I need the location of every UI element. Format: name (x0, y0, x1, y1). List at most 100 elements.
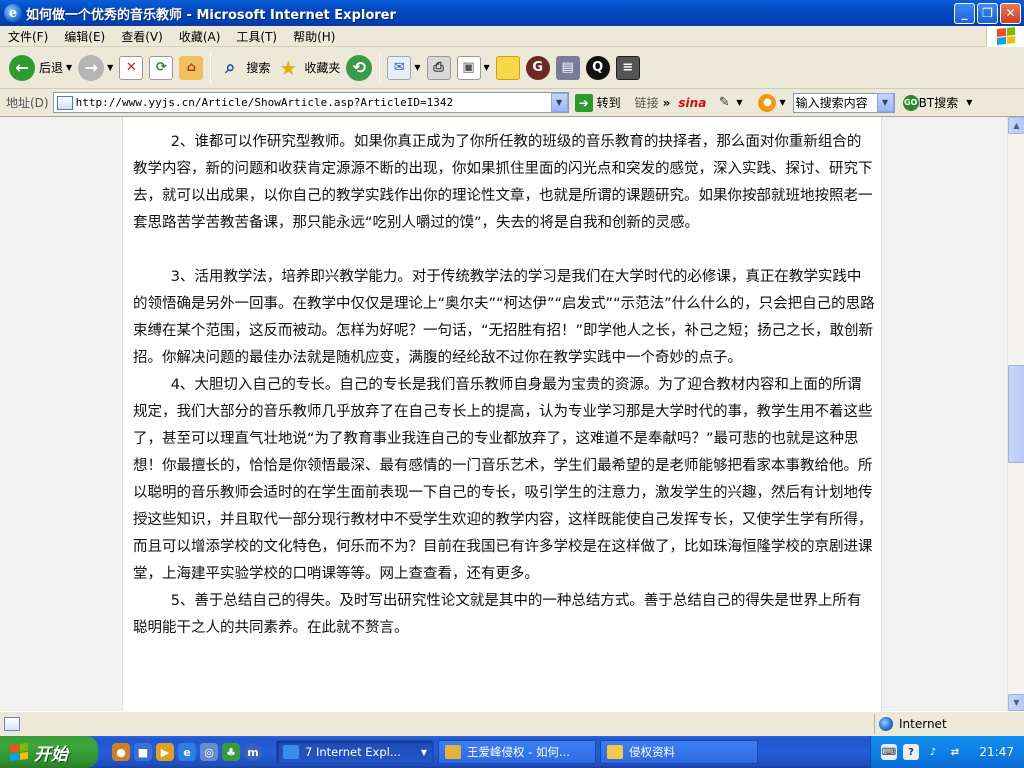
refresh-button[interactable]: ⟳ (146, 51, 176, 85)
status-bar: Internet (0, 711, 1024, 736)
bt-dropdown-icon[interactable]: ▼ (966, 98, 972, 107)
clock[interactable]: 21:47 (979, 745, 1024, 759)
close-button[interactable]: ✕ (1000, 2, 1021, 24)
article-paragraph-3: 3、活用教学法，培养即兴教学能力。对于传统教学法的学习是我们在大学时代的必修课，… (133, 269, 875, 366)
stop-button[interactable]: ✕ (116, 51, 146, 85)
quicklaunch-messenger-icon[interactable]: m (244, 743, 262, 761)
vertical-scrollbar[interactable]: ▲ ▼ (1007, 117, 1024, 711)
mail-dropdown-icon[interactable]: ▼ (414, 63, 420, 72)
translate-icon: ✎ (718, 95, 730, 110)
address-label: 地址(D) (6, 96, 49, 110)
history-button[interactable]: ⟲ (343, 51, 375, 85)
search-button[interactable]: ⌕ 搜索 (215, 51, 273, 85)
back-dropdown-icon[interactable]: ▼ (66, 63, 72, 72)
messenger-button[interactable]: ≡ (613, 51, 643, 85)
quicklaunch-player-icon[interactable]: ▶ (156, 743, 174, 761)
menu-help[interactable]: 帮助(H) (285, 28, 343, 45)
menu-file[interactable]: 文件(F) (0, 28, 56, 45)
system-tray: ⌨ ? ♪ ⇄ 21:47 (870, 736, 1024, 768)
task-document[interactable]: 王爱峰侵权 - 如何... (438, 740, 596, 764)
security-zone: Internet (874, 714, 1024, 734)
address-input[interactable]: http://www.yyjs.cn/Article/ShowArticle.a… (52, 92, 569, 113)
sina-button[interactable]: sina (678, 96, 706, 110)
back-label: 后退 (39, 61, 64, 75)
discuss-button[interactable] (493, 51, 523, 85)
window-controls: _ ❐ ✕ (954, 2, 1024, 24)
minimize-button[interactable]: _ (954, 2, 975, 24)
start-button[interactable]: 开始 (0, 736, 98, 768)
qq-button[interactable]: Q (583, 51, 613, 85)
quicklaunch-app1-icon[interactable]: ● (112, 743, 130, 761)
edit-button[interactable]: ▣ ▼ (454, 51, 493, 85)
address-url[interactable]: http://www.yyjs.cn/Article/ShowArticle.a… (76, 96, 551, 109)
forward-button[interactable]: → ▼ (75, 51, 116, 85)
search-engine-icon: ● (758, 93, 777, 112)
page-viewport[interactable]: 2、谁都可以作研究型教师。如果你真正成为了你所任教的班级的音乐教育的抉择者，那么… (0, 117, 1024, 711)
favorites-label: 收藏夹 (304, 61, 341, 75)
links-button[interactable]: 链接 (635, 94, 659, 111)
qq-penguin-icon: Q (585, 55, 610, 80)
back-button[interactable]: ← 后退 ▼ (6, 51, 75, 85)
go-label: 转到 (596, 96, 621, 110)
notes-icon (495, 55, 520, 80)
title-bar[interactable]: e 如何做一个优秀的音乐教师 - Microsoft Internet Expl… (0, 0, 1024, 26)
go-arrow-icon: ➔ (574, 93, 593, 112)
address-dropdown-icon[interactable]: ▼ (550, 93, 568, 112)
translate-button[interactable]: ✎ ▼ (712, 91, 745, 115)
ie-task-icon (283, 745, 299, 759)
task-folder[interactable]: 侵权资料 (600, 740, 758, 764)
messenger-icon: ≡ (615, 55, 640, 80)
edit-dropdown-icon[interactable]: ▼ (484, 63, 490, 72)
maximize-button[interactable]: ❐ (977, 2, 998, 24)
keyboard-icon[interactable]: ⌨ (881, 744, 897, 760)
search-label: 搜索 (246, 61, 271, 75)
toolbar-separator (379, 52, 381, 83)
go-circle-icon: GO (902, 94, 919, 111)
network-icon[interactable]: ⇄ (947, 744, 963, 760)
search-engine-button[interactable]: ● ▼ (755, 91, 788, 115)
scroll-down-icon[interactable]: ▼ (1008, 694, 1024, 711)
links-more-icon[interactable]: » (663, 96, 671, 110)
task-list: 7 Internet Expl... ▼ 王爱峰侵权 - 如何... 侵权资料 (276, 740, 758, 764)
address-bar: 地址(D) http://www.yyjs.cn/Article/ShowArt… (0, 89, 1024, 117)
toolbar: ← 后退 ▼ → ▼ ✕ ⟳ ⌂ ⌕ 搜索 ★ 收藏夹 ⟲ ✉ ▼ ⎙ ▣ ▼ … (0, 47, 1024, 89)
page-icon (56, 95, 73, 110)
translate-dropdown-icon[interactable]: ▼ (736, 98, 742, 107)
stop-icon: ✕ (119, 55, 144, 80)
print-button[interactable]: ⎙ (424, 51, 454, 85)
quicklaunch-app5-icon[interactable]: ◎ (200, 743, 218, 761)
scroll-thumb[interactable] (1008, 365, 1024, 463)
forward-dropdown-icon[interactable]: ▼ (107, 63, 113, 72)
help-icon[interactable]: ? (903, 744, 919, 760)
ie-logo-icon: e (4, 4, 22, 22)
search-combo[interactable]: 输入搜索内容 ▼ (792, 92, 895, 113)
menu-edit[interactable]: 编辑(E) (56, 28, 113, 45)
bt-search-button[interactable]: GO BT搜索 ▼ (902, 94, 972, 111)
refresh-icon: ⟳ (149, 55, 174, 80)
volume-icon[interactable]: ♪ (925, 744, 941, 760)
quicklaunch-app2-icon[interactable]: ■ (134, 743, 152, 761)
menu-view[interactable]: 查看(V) (113, 28, 171, 45)
quicklaunch-ie-icon[interactable]: e (178, 743, 196, 761)
game-button[interactable]: G (523, 51, 553, 85)
menu-favorites[interactable]: 收藏(A) (171, 28, 229, 45)
article-body: 2、谁都可以作研究型教师。如果你真正成为了你所任教的班级的音乐教育的抉择者，那么… (133, 129, 875, 642)
document-task-icon (445, 745, 461, 759)
mail-button[interactable]: ✉ ▼ (384, 51, 423, 85)
task-label: 王爱峰侵权 - 如何... (467, 745, 570, 759)
task-internet-explorer[interactable]: 7 Internet Expl... ▼ (276, 740, 434, 764)
quicklaunch-app6-icon[interactable]: ♣ (222, 743, 240, 761)
zone-label: Internet (899, 717, 947, 731)
home-button[interactable]: ⌂ (176, 51, 206, 85)
globe-icon (879, 717, 893, 731)
star-icon: ★ (279, 55, 298, 80)
go-button[interactable]: ➔ 转到 (574, 93, 621, 112)
article-page: 2、谁都可以作研究型教师。如果你真正成为了你所任教的班级的音乐教育的抉择者，那么… (122, 117, 882, 711)
search-engine-dropdown-icon[interactable]: ▼ (779, 98, 785, 107)
favorites-button[interactable]: ★ 收藏夹 (273, 51, 343, 85)
menu-tools[interactable]: 工具(T) (228, 28, 285, 45)
scroll-up-icon[interactable]: ▲ (1008, 117, 1024, 134)
research-button[interactable]: ▤ (553, 51, 583, 85)
home-icon: ⌂ (179, 55, 204, 80)
search-combo-dropdown-icon[interactable]: ▼ (876, 93, 894, 112)
